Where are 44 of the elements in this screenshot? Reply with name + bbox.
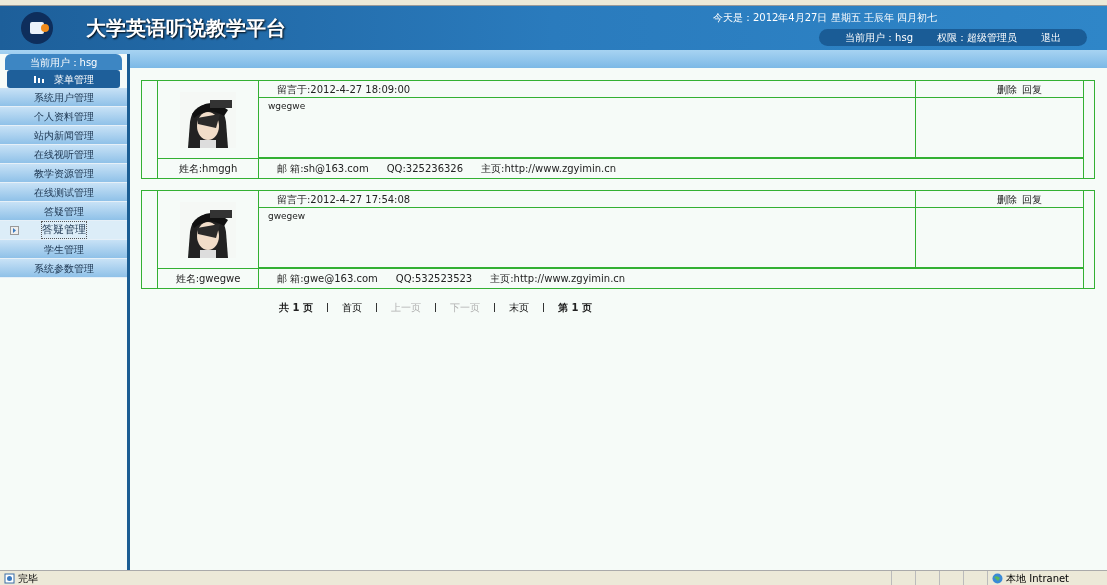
message-time: 留言于:2012-4-27 18:09:00 bbox=[277, 82, 411, 97]
logo-icon bbox=[20, 11, 54, 45]
sidebar-user: 当前用户：hsg bbox=[5, 54, 122, 70]
date-text: 今天是：2012年4月27日 星期五 壬辰年 四月初七 bbox=[712, 11, 937, 25]
author-name: 姓名:hmggh bbox=[178, 162, 238, 176]
message-time: 留言于:2012-4-27 17:54:08 bbox=[277, 192, 411, 207]
status-text: 完毕 bbox=[18, 571, 38, 585]
author-name: 姓名:gwegwe bbox=[175, 272, 241, 286]
bars-icon bbox=[33, 75, 44, 83]
sidebar-item[interactable]: 教学资源管理 bbox=[0, 164, 127, 183]
page-link[interactable]: 首页 bbox=[341, 300, 362, 315]
logout-link[interactable]: 退出 bbox=[1041, 30, 1061, 45]
action-link[interactable]: 回复 bbox=[1022, 191, 1042, 207]
author-homepage: 主页:http://www.zgyimin.cn bbox=[490, 272, 626, 286]
menu-title: 菜单管理 bbox=[53, 72, 94, 87]
author-email: 邮 箱:sh@163.com bbox=[277, 162, 369, 176]
sidebar-item[interactable]: 系统参数管理 bbox=[0, 259, 127, 278]
author-qq: QQ:532523523 bbox=[395, 272, 473, 286]
sidebar-item[interactable]: 学生管理 bbox=[0, 240, 127, 259]
site-title: 大学英语听说教学平台 bbox=[86, 15, 286, 42]
page-link[interactable]: 末页 bbox=[508, 300, 529, 315]
author-homepage: 主页:http://www.zgyimin.cn bbox=[481, 162, 617, 176]
current-user: 当前用户：hsg bbox=[845, 31, 913, 45]
message-body: gwegew bbox=[268, 211, 306, 221]
page-icon bbox=[4, 572, 15, 584]
action-link[interactable]: 删除 bbox=[997, 191, 1017, 207]
sidebar-item[interactable]: 答疑管理 bbox=[0, 202, 127, 221]
sidebar-item[interactable]: 站内新闻管理 bbox=[0, 126, 127, 145]
zone-text: 本地 Intranet bbox=[1006, 571, 1070, 585]
page-info: 共 1 页 bbox=[279, 301, 313, 315]
arrow-icon bbox=[10, 225, 19, 235]
page-info: 第 1 页 bbox=[557, 301, 592, 315]
action-link[interactable]: 回复 bbox=[1022, 81, 1042, 97]
sidebar-item[interactable]: 答疑管理 bbox=[0, 221, 127, 240]
action-link[interactable]: 删除 bbox=[997, 81, 1017, 97]
globe-icon bbox=[992, 572, 1003, 584]
author-qq: QQ:325236326 bbox=[386, 162, 464, 176]
sidebar-item[interactable]: 在线视听管理 bbox=[0, 145, 127, 164]
message-body: wgegwe bbox=[268, 101, 306, 111]
author-email: 邮 箱:gwe@163.com bbox=[277, 272, 378, 286]
sidebar-item[interactable]: 个人资料管理 bbox=[0, 107, 127, 126]
sidebar-item[interactable]: 在线测试管理 bbox=[0, 183, 127, 202]
sidebar-item[interactable]: 系统用户管理 bbox=[0, 88, 127, 107]
user-role: 权限：超级管理员 bbox=[937, 31, 1017, 45]
